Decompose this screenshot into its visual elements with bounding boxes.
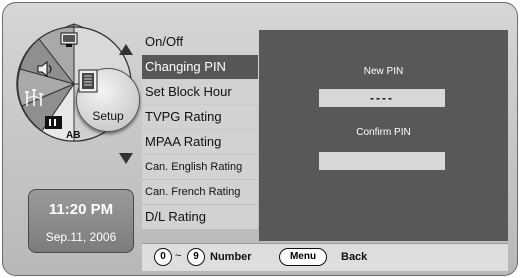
menu-item-changing-pin[interactable]: Changing PIN xyxy=(142,55,258,79)
display-icon[interactable] xyxy=(60,32,80,48)
setup-button[interactable]: Setup xyxy=(76,68,140,132)
ab-icon[interactable]: AB xyxy=(66,130,80,141)
speaker-icon[interactable] xyxy=(36,60,56,78)
lock-menu: On/Off Changing PIN Set Block Hour TVPG … xyxy=(142,30,258,230)
setup-icon xyxy=(78,69,98,93)
key-range-tilde: ~ xyxy=(175,250,182,262)
control-wheel: AB Setup xyxy=(14,14,140,164)
menu-item-set-block-hour[interactable]: Set Block Hour xyxy=(142,80,258,104)
new-pin-field[interactable]: ---- xyxy=(319,89,445,107)
scroll-down-arrow-icon[interactable] xyxy=(119,153,133,164)
confirm-pin-label: Confirm PIN xyxy=(356,127,411,138)
key-0-icon: 0 xyxy=(154,248,172,266)
clock-time: 11:20 PM xyxy=(48,201,114,218)
menu-item-mpaa-rating[interactable]: MPAA Rating xyxy=(142,130,258,154)
back-hint: Back xyxy=(341,251,368,263)
antenna-icon[interactable] xyxy=(24,88,46,108)
pin-panel: New PIN ---- Confirm PIN xyxy=(259,30,508,241)
menu-key-icon: Menu xyxy=(279,248,327,266)
menu-item-on-off[interactable]: On/Off xyxy=(142,30,258,54)
confirm-pin-field[interactable] xyxy=(319,152,445,170)
menu-item-can-english-rating[interactable]: Can. English Rating xyxy=(142,155,258,179)
clock-panel: 11:20 PM Sep.11, 2006 xyxy=(28,189,134,253)
lock-settings-icon[interactable] xyxy=(44,115,64,131)
bottom-help-bar: 0 ~ 9 Number Menu Back xyxy=(142,243,508,271)
menu-item-dl-rating[interactable]: D/L Rating xyxy=(142,205,258,229)
scroll-up-arrow-icon[interactable] xyxy=(119,44,133,55)
new-pin-label: New PIN xyxy=(363,66,404,77)
setup-label: Setup xyxy=(92,109,124,123)
menu-item-tvpg-rating[interactable]: TVPG Rating xyxy=(142,105,258,129)
clock-date: Sep.11, 2006 xyxy=(45,230,117,244)
key-9-icon: 9 xyxy=(187,248,205,266)
menu-item-can-french-rating[interactable]: Can. French Rating xyxy=(142,180,258,204)
number-hint: Number xyxy=(210,251,252,263)
